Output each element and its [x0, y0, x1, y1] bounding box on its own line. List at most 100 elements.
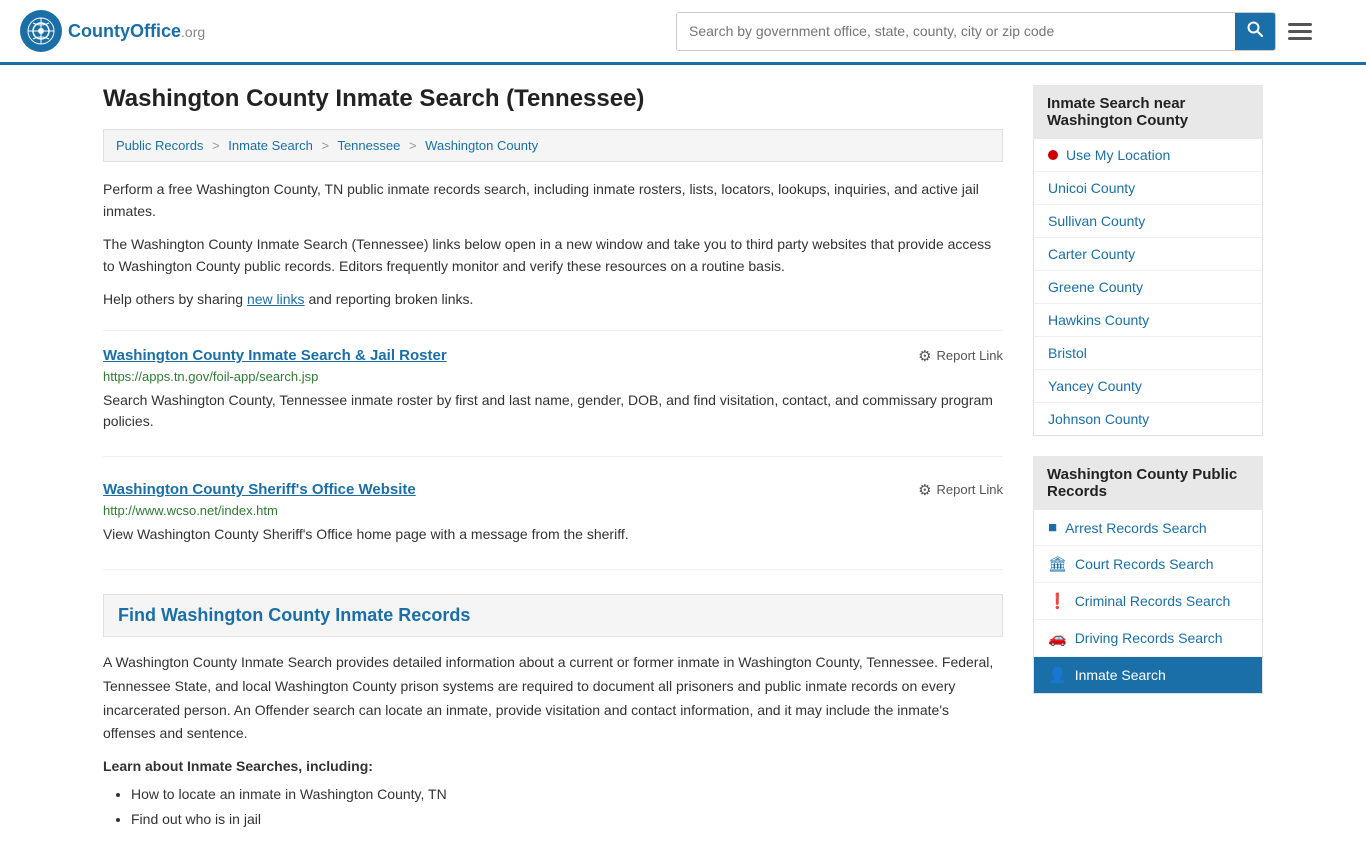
new-links-link[interactable]: new links: [247, 291, 305, 307]
arrest-records-link[interactable]: ■ Arrest Records Search: [1034, 510, 1262, 545]
yancey-label: Yancey County: [1048, 378, 1142, 394]
bristol-label: Bristol: [1048, 345, 1087, 361]
nearby-unicoi[interactable]: Unicoi County: [1034, 172, 1262, 205]
section-heading: Find Washington County Inmate Records: [103, 594, 1003, 637]
breadcrumb-sep-1: >: [212, 138, 220, 153]
link-title-2[interactable]: Washington County Sheriff's Office Websi…: [103, 481, 416, 498]
unicoi-county-link[interactable]: Unicoi County: [1034, 172, 1262, 204]
breadcrumb-tennessee[interactable]: Tennessee: [337, 138, 400, 153]
public-records-list: ■ Arrest Records Search 🏛 Court Records …: [1033, 510, 1263, 694]
link-item-1-header: Washington County Inmate Search & Jail R…: [103, 347, 1003, 365]
greene-county-link[interactable]: Greene County: [1034, 271, 1262, 303]
sullivan-county-link[interactable]: Sullivan County: [1034, 205, 1262, 237]
description-2: The Washington County Inmate Search (Ten…: [103, 233, 1003, 278]
pr-arrest[interactable]: ■ Arrest Records Search: [1034, 510, 1262, 546]
criminal-label: Criminal Records Search: [1075, 593, 1231, 609]
breadcrumb: Public Records > Inmate Search > Tenness…: [103, 129, 1003, 162]
logo-area: CountyOffice.org: [20, 10, 205, 52]
link-section: Washington County Inmate Search & Jail R…: [103, 330, 1003, 570]
criminal-icon: ❗: [1048, 592, 1067, 610]
link-url-1: https://apps.tn.gov/foil-app/search.jsp: [103, 369, 1003, 384]
arrest-icon: ■: [1048, 519, 1057, 536]
search-button[interactable]: [1235, 13, 1275, 50]
nearby-sullivan[interactable]: Sullivan County: [1034, 205, 1262, 238]
bullet-item-2: Find out who is in jail: [131, 807, 1003, 832]
bullet-list: How to locate an inmate in Washington Co…: [131, 782, 1003, 832]
link-title-1[interactable]: Washington County Inmate Search & Jail R…: [103, 347, 447, 364]
driving-icon: 🚗: [1048, 629, 1067, 647]
report-link-button-1[interactable]: ⚙ Report Link: [918, 347, 1003, 365]
criminal-records-link[interactable]: ❗ Criminal Records Search: [1034, 583, 1262, 619]
breadcrumb-inmate-search[interactable]: Inmate Search: [228, 138, 313, 153]
report-icon-1: ⚙: [918, 347, 931, 365]
search-input[interactable]: [677, 13, 1235, 50]
sidebar: Inmate Search near Washington County Use…: [1033, 85, 1263, 833]
bristol-link[interactable]: Bristol: [1034, 337, 1262, 369]
carter-county-link[interactable]: Carter County: [1034, 238, 1262, 270]
nearby-bristol[interactable]: Bristol: [1034, 337, 1262, 370]
unicoi-label: Unicoi County: [1048, 180, 1135, 196]
hawkins-label: Hawkins County: [1048, 312, 1149, 328]
pr-criminal[interactable]: ❗ Criminal Records Search: [1034, 583, 1262, 620]
report-link-button-2[interactable]: ⚙ Report Link: [918, 481, 1003, 499]
breadcrumb-washington-county[interactable]: Washington County: [425, 138, 538, 153]
greene-label: Greene County: [1048, 279, 1143, 295]
johnson-county-link[interactable]: Johnson County: [1034, 403, 1262, 435]
johnson-label: Johnson County: [1048, 411, 1149, 427]
description-3: Help others by sharing new links and rep…: [103, 288, 1003, 310]
use-location-link[interactable]: Use My Location: [1034, 139, 1262, 171]
public-records-heading: Washington County Public Records: [1033, 456, 1263, 510]
learn-heading: Learn about Inmate Searches, including:: [103, 758, 1003, 774]
hawkins-county-link[interactable]: Hawkins County: [1034, 304, 1262, 336]
nearby-yancey[interactable]: Yancey County: [1034, 370, 1262, 403]
logo-icon: [20, 10, 62, 52]
nearby-list: Use My Location Unicoi County Sullivan C…: [1033, 139, 1263, 436]
nearby-greene[interactable]: Greene County: [1034, 271, 1262, 304]
driving-label: Driving Records Search: [1075, 630, 1223, 646]
nearby-johnson[interactable]: Johnson County: [1034, 403, 1262, 435]
inmate-search-link[interactable]: 👤 Inmate Search: [1034, 657, 1262, 693]
sullivan-label: Sullivan County: [1048, 213, 1145, 229]
court-label: Court Records Search: [1075, 556, 1214, 572]
bullet-item-1: How to locate an inmate in Washington Co…: [131, 782, 1003, 807]
nearby-carter[interactable]: Carter County: [1034, 238, 1262, 271]
inmate-icon: 👤: [1048, 666, 1067, 684]
report-link-label-1: Report Link: [937, 348, 1003, 363]
arrest-label: Arrest Records Search: [1065, 520, 1207, 536]
header: CountyOffice.org: [0, 0, 1366, 65]
search-input-wrap: [676, 12, 1276, 51]
yancey-county-link[interactable]: Yancey County: [1034, 370, 1262, 402]
link-desc-1: Search Washington County, Tennessee inma…: [103, 390, 1003, 432]
driving-records-link[interactable]: 🚗 Driving Records Search: [1034, 620, 1262, 656]
description-1: Perform a free Washington County, TN pub…: [103, 178, 1003, 223]
breadcrumb-sep-2: >: [321, 138, 329, 153]
court-records-link[interactable]: 🏛 Court Records Search: [1034, 546, 1262, 582]
nearby-hawkins[interactable]: Hawkins County: [1034, 304, 1262, 337]
link-item-2: Washington County Sheriff's Office Websi…: [103, 481, 1003, 570]
use-location-item[interactable]: Use My Location: [1034, 139, 1262, 172]
carter-label: Carter County: [1048, 246, 1135, 262]
nearby-heading: Inmate Search near Washington County: [1033, 85, 1263, 139]
hamburger-menu-button[interactable]: [1284, 19, 1316, 44]
breadcrumb-sep-3: >: [409, 138, 417, 153]
use-location-label: Use My Location: [1066, 147, 1170, 163]
report-link-label-2: Report Link: [937, 482, 1003, 497]
pr-court[interactable]: 🏛 Court Records Search: [1034, 546, 1262, 583]
logo-brand: CountyOffice.org: [68, 21, 205, 42]
nearby-section: Inmate Search near Washington County Use…: [1033, 85, 1263, 436]
link-url-2: http://www.wcso.net/index.htm: [103, 503, 1003, 518]
pr-driving[interactable]: 🚗 Driving Records Search: [1034, 620, 1262, 657]
main-container: Washington County Inmate Search (Tenness…: [83, 65, 1283, 853]
inmate-label: Inmate Search: [1075, 667, 1166, 683]
location-dot-icon: [1048, 150, 1058, 160]
link-item-2-header: Washington County Sheriff's Office Websi…: [103, 481, 1003, 499]
court-icon: 🏛: [1048, 555, 1067, 573]
link-item-1: Washington County Inmate Search & Jail R…: [103, 347, 1003, 457]
pr-inmate[interactable]: 👤 Inmate Search: [1034, 657, 1262, 693]
section-body: A Washington County Inmate Search provid…: [103, 651, 1003, 746]
breadcrumb-public-records[interactable]: Public Records: [116, 138, 203, 153]
page-title: Washington County Inmate Search (Tenness…: [103, 85, 1003, 113]
report-icon-2: ⚙: [918, 481, 931, 499]
link-desc-2: View Washington County Sheriff's Office …: [103, 524, 1003, 545]
description-3-pre: Help others by sharing: [103, 291, 247, 307]
